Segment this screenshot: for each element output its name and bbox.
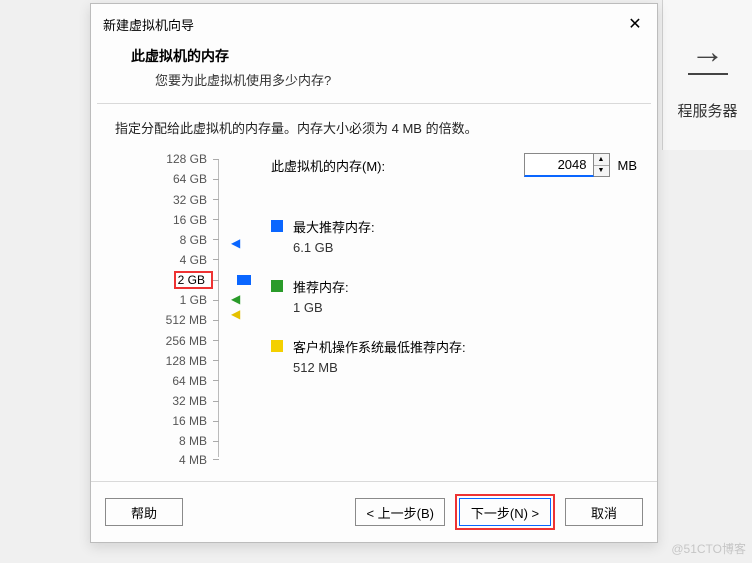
swatch-green-icon [271,280,283,292]
help-button[interactable]: 帮助 [105,498,183,526]
ruler-tick-label: 128 MB [166,354,213,368]
ruler-tick-dash-icon [213,340,219,341]
slider-column: ◀ ◀ ◀ [231,153,261,463]
ruler-tick-label: 8 GB [180,233,213,247]
memory-row: 128 GB 64 GB 32 GB 16 GB 8 GB 4 GB 2 GB 1 GB 512… [109,153,637,463]
header-title: 此虚拟机的内存 [131,46,633,66]
ruler-tick: 8 MB [109,433,219,449]
ruler-tick-label: 256 MB [166,334,213,348]
wizard-dialog: 新建虚拟机向导 ✕ 此虚拟机的内存 您要为此虚拟机使用多少内存? 指定分配给此虚… [90,3,658,543]
ruler-tick: 16 MB [109,413,219,429]
memory-spinner[interactable]: ▲ ▼ [594,153,610,177]
ruler-tick-dash-icon [213,219,219,220]
rec-sug-value: 1 GB [293,300,349,315]
marker-suggested-icon: ◀ [231,293,240,305]
ruler-tick-dash-icon [213,300,219,301]
ruler-tick: 2 GB [109,272,219,288]
ruler-tick: 16 GB [109,212,219,228]
arrow-right-icon: → [691,35,725,69]
memory-input[interactable] [524,153,594,177]
background-panel: → 程服务器 [662,0,752,150]
marker-min-icon: ◀ [231,308,240,320]
ruler-tick: 128 MB [109,353,219,369]
memory-unit: MB [618,158,638,173]
bg-panel-label: 程服务器 [677,100,737,121]
ruler-tick: 32 GB [109,192,219,208]
ruler-tick-dash-icon [213,360,219,361]
ruler-tick-label: 8 MB [179,434,213,448]
memory-input-row: 此虚拟机的内存(M): ▲ ▼ MB [271,153,637,177]
ruler-tick: 4 MB [109,452,219,468]
cancel-button[interactable]: 取消 [565,498,643,526]
header-subtitle: 您要为此虚拟机使用多少内存? [155,70,633,89]
ruler-tick: 512 MB [109,312,219,328]
rec-suggested: 推荐内存: 1 GB [271,277,637,315]
ruler-tick-label: 64 GB [173,172,213,186]
description-text: 指定分配给此虚拟机的内存量。内存大小必须为 4 MB 的倍数。 [115,118,637,137]
ruler-tick-dash-icon [213,441,219,442]
ruler-tick-dash-icon [213,401,219,402]
swatch-yellow-icon [271,340,283,352]
spinner-up-icon[interactable]: ▲ [594,154,609,166]
back-button[interactable]: < 上一步(B) [355,498,445,526]
ruler-tick-label: 4 MB [179,453,213,467]
memory-right-column: 此虚拟机的内存(M): ▲ ▼ MB 最大推荐内存: 6.1 GB [261,153,637,397]
ruler-tick: 64 MB [109,373,219,389]
rec-min-value: 512 MB [293,360,466,375]
ruler-tick-label: 4 GB [180,253,213,267]
ruler-tick-label: 32 GB [173,193,213,207]
ruler-tick: 64 GB [109,171,219,187]
ruler-tick: 32 MB [109,393,219,409]
ruler-tick-dash-icon [213,159,219,160]
rec-max-title: 最大推荐内存: [293,217,375,236]
ruler-tick-dash-icon [213,280,219,281]
ruler-tick: 8 GB [109,232,219,248]
ruler-tick: 1 GB [109,292,219,308]
rec-max-value: 6.1 GB [293,240,375,255]
ruler-tick-label: 1 GB [180,293,213,307]
ruler-tick-label: 16 GB [173,213,213,227]
rec-max: 最大推荐内存: 6.1 GB [271,217,637,255]
ruler-tick-label: 2 GB [174,271,213,289]
dialog-title: 新建虚拟机向导 [103,15,194,34]
ruler-tick-dash-icon [213,320,219,321]
rec-min: 客户机操作系统最低推荐内存: 512 MB [271,337,637,375]
ruler-tick-label: 64 MB [172,374,213,388]
next-button[interactable]: 下一步(N) > [459,498,551,526]
marker-max-icon: ◀ [231,237,240,249]
watermark: @51CTO博客 [671,540,746,557]
dialog-content: 指定分配给此虚拟机的内存量。内存大小必须为 4 MB 的倍数。 128 GB 64… [91,104,657,481]
underline-icon [688,73,728,75]
ruler-tick: 256 MB [109,333,219,349]
ruler-tick-dash-icon [213,179,219,180]
close-icon[interactable]: ✕ [623,12,647,36]
ruler-tick-dash-icon [213,199,219,200]
rec-min-title: 客户机操作系统最低推荐内存: [293,337,466,356]
dialog-header: 此虚拟机的内存 您要为此虚拟机使用多少内存? [91,42,657,103]
ruler-tick-label: 32 MB [172,394,213,408]
ruler-tick-dash-icon [213,421,219,422]
ruler-tick-dash-icon [213,459,219,460]
memory-input-label: 此虚拟机的内存(M): [271,156,524,175]
dialog-footer: 帮助 < 上一步(B) 下一步(N) > 取消 [91,481,657,542]
ruler-tick-label: 16 MB [172,414,213,428]
rec-sug-title: 推荐内存: [293,277,349,296]
ruler-tick-label: 128 GB [166,152,213,166]
spinner-down-icon[interactable]: ▼ [594,166,609,177]
slider-handle[interactable] [237,275,251,285]
next-button-highlight: 下一步(N) > [455,494,555,530]
ruler-tick-dash-icon [213,259,219,260]
ruler-tick-label: 512 MB [166,313,213,327]
ruler-tick: 4 GB [109,252,219,268]
memory-ruler[interactable]: 128 GB 64 GB 32 GB 16 GB 8 GB 4 GB 2 GB 1 GB 512… [109,153,219,463]
titlebar: 新建虚拟机向导 ✕ [91,4,657,42]
swatch-blue-icon [271,220,283,232]
ruler-tick: 128 GB [109,151,219,167]
ruler-tick-dash-icon [213,239,219,240]
ruler-tick-dash-icon [213,380,219,381]
